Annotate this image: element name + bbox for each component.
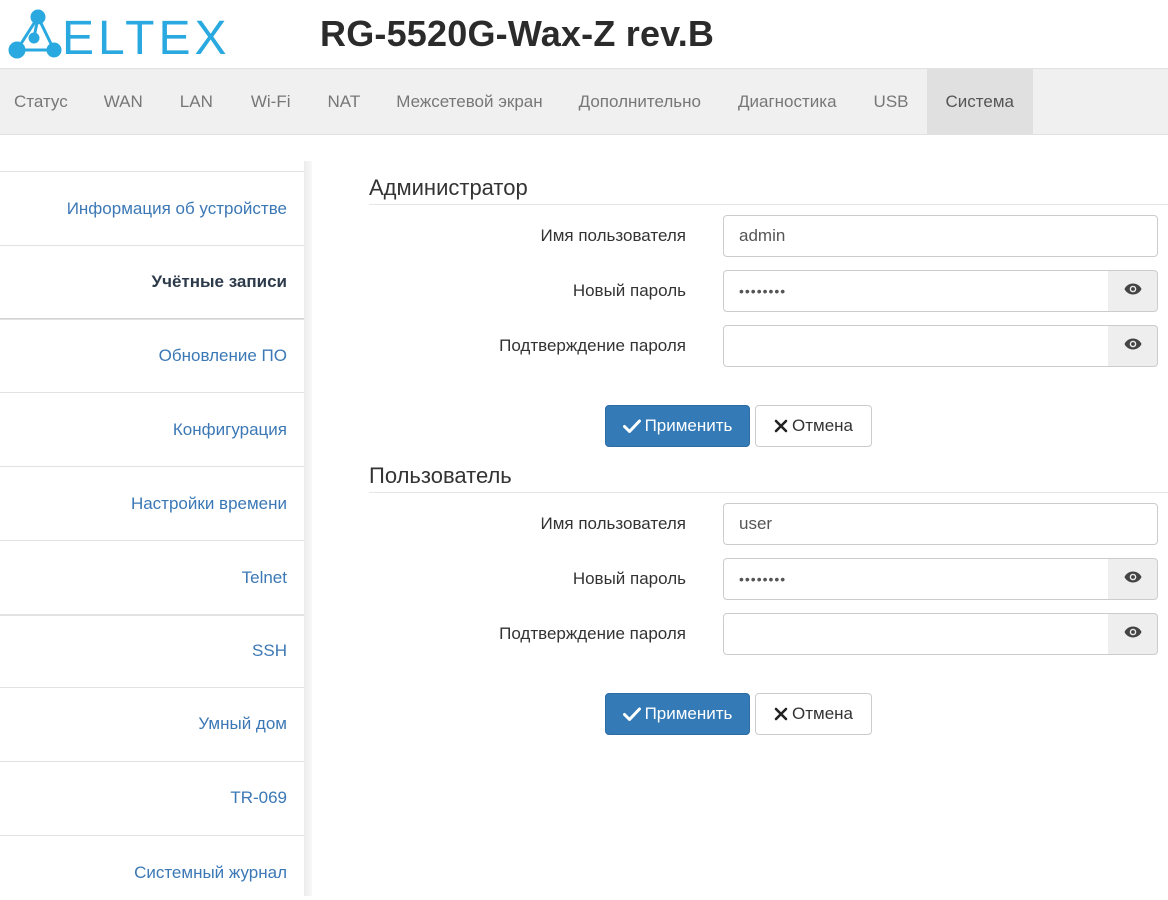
admin-confirm-password-label: Подтверждение пароля bbox=[499, 336, 686, 355]
admin-username-label: Имя пользователя bbox=[540, 226, 687, 245]
check-icon bbox=[622, 419, 641, 433]
nav-tab-status[interactable]: Статус bbox=[0, 69, 86, 135]
admin-cancel-label: Отмена bbox=[792, 416, 853, 435]
user-new-password-label: Новый пароль bbox=[572, 569, 686, 588]
admin-username-input[interactable]: admin bbox=[723, 215, 1158, 257]
nav-tab-wifi[interactable]: Wi-Fi bbox=[232, 69, 310, 135]
sidebar-item-firmware-update[interactable]: Обновление ПО bbox=[0, 319, 304, 393]
admin-confirm-password-input[interactable] bbox=[723, 325, 1109, 367]
admin-apply-label: Применить bbox=[644, 416, 733, 435]
x-icon bbox=[774, 419, 788, 433]
nav-tab-wan[interactable]: WAN bbox=[86, 69, 161, 135]
user-show-new-password-button[interactable] bbox=[1108, 558, 1158, 600]
sidebar-item-smart-home[interactable]: Умный дом bbox=[0, 687, 304, 761]
sidebar-item-configuration[interactable]: Конфигурация bbox=[0, 392, 304, 466]
user-new-password-input[interactable]: •••••••• bbox=[723, 558, 1109, 600]
nav-tab-firewall[interactable]: Межсетевой экран bbox=[378, 69, 560, 135]
nav-tab-advanced[interactable]: Дополнительно bbox=[561, 69, 719, 135]
admin-section-divider bbox=[369, 204, 1168, 205]
admin-apply-button[interactable]: Применить bbox=[605, 405, 750, 447]
admin-new-password-input[interactable]: •••••••• bbox=[723, 270, 1109, 312]
admin-show-new-password-button[interactable] bbox=[1108, 270, 1158, 312]
user-section-title: Пользователь bbox=[369, 463, 512, 488]
eye-icon bbox=[1124, 570, 1142, 588]
eye-icon bbox=[1124, 282, 1142, 300]
admin-new-password-label: Новый пароль bbox=[572, 281, 686, 300]
admin-show-confirm-password-button[interactable] bbox=[1108, 325, 1158, 367]
eye-icon bbox=[1124, 337, 1142, 355]
user-username-input[interactable]: user bbox=[723, 503, 1158, 545]
admin-section-title: Администратор bbox=[369, 175, 528, 200]
user-confirm-password-label: Подтверждение пароля bbox=[499, 624, 686, 643]
sidebar-item-ssh[interactable]: SSH bbox=[0, 614, 304, 688]
sidebar-item-telnet[interactable]: Telnet bbox=[0, 540, 304, 614]
user-cancel-label: Отмена bbox=[792, 704, 853, 723]
x-icon bbox=[774, 707, 788, 721]
nav-tab-lan[interactable]: LAN bbox=[161, 69, 232, 135]
check-icon bbox=[622, 707, 641, 721]
admin-cancel-button[interactable]: Отмена bbox=[755, 405, 872, 447]
nav-tab-system[interactable]: Система bbox=[926, 69, 1033, 135]
main-nav: Статус WAN LAN Wi-Fi NAT Межсетевой экра… bbox=[0, 68, 1168, 135]
sidebar-item-time-settings[interactable]: Настройки времени bbox=[0, 466, 304, 540]
sidebar-divider bbox=[304, 161, 312, 896]
logo-text: ELTEX bbox=[62, 12, 231, 60]
sidebar: Информация об устройстве Учётные записи … bbox=[0, 161, 312, 896]
user-apply-label: Применить bbox=[644, 704, 733, 723]
header: ELTEX RG-5520G-Wax-Z rev.B bbox=[0, 0, 1168, 68]
nav-tab-diagnostics[interactable]: Диагностика bbox=[719, 69, 856, 135]
eltex-logo[interactable]: ELTEX bbox=[4, 8, 244, 60]
user-confirm-password-input[interactable] bbox=[723, 613, 1109, 655]
user-section-divider bbox=[369, 492, 1168, 493]
user-apply-button[interactable]: Применить bbox=[605, 693, 750, 735]
device-model-title: RG-5520G-Wax-Z rev.B bbox=[320, 13, 715, 54]
user-cancel-button[interactable]: Отмена bbox=[755, 693, 872, 735]
eye-icon bbox=[1124, 625, 1142, 643]
nav-tab-nat[interactable]: NAT bbox=[310, 69, 379, 135]
user-username-label: Имя пользователя bbox=[540, 514, 687, 533]
sidebar-item-accounts[interactable]: Учётные записи bbox=[0, 245, 304, 319]
sidebar-item-system-log[interactable]: Системный журнал bbox=[0, 835, 304, 896]
sidebar-item-device-info[interactable]: Информация об устройстве bbox=[0, 171, 304, 245]
sidebar-item-tr069[interactable]: TR-069 bbox=[0, 761, 304, 835]
user-show-confirm-password-button[interactable] bbox=[1108, 613, 1158, 655]
nav-tab-usb[interactable]: USB bbox=[856, 69, 927, 135]
